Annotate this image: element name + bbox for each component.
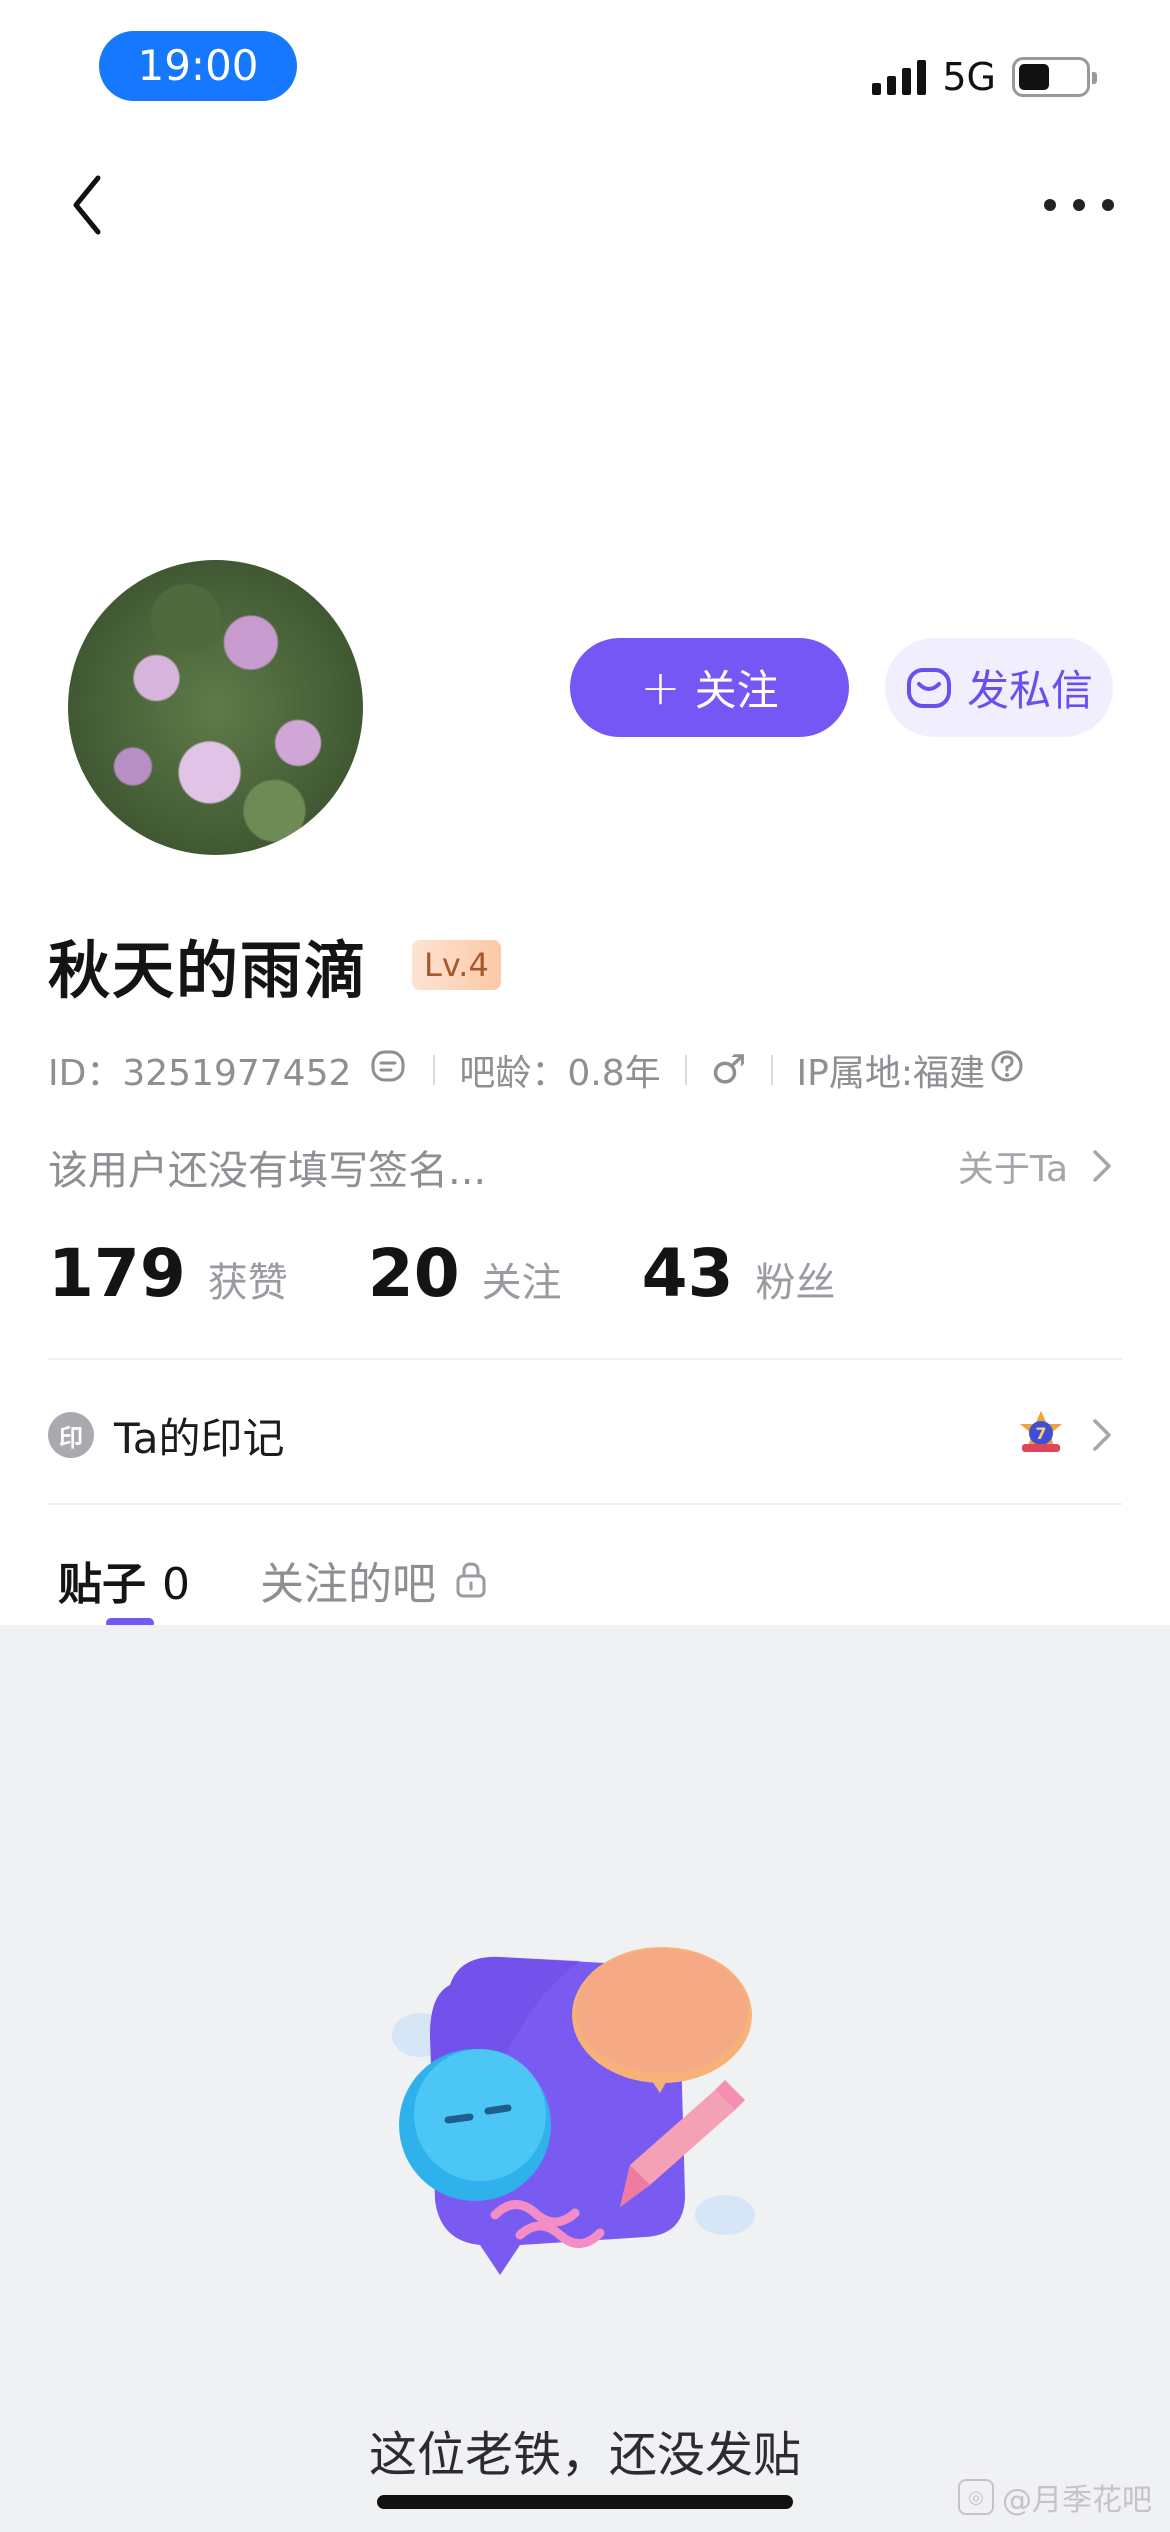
- chevron-left-icon: [73, 175, 101, 235]
- posts-content-area: 这位老铁，还没发贴 ◎ @月季花吧: [0, 1625, 1170, 2532]
- profile-tabs: 贴子 0 关注的吧: [58, 1540, 488, 1628]
- stat-label: 关注: [481, 1260, 562, 1306]
- status-time: 19:00: [99, 31, 297, 101]
- dot-icon: [1044, 199, 1056, 211]
- status-indicators: 5G: [872, 52, 1097, 102]
- about-label: 关于Ta: [957, 1149, 1068, 1190]
- imprint-row[interactable]: 印 Ta的印记 7: [48, 1395, 1114, 1475]
- imprint-label: Ta的印记: [114, 1413, 285, 1463]
- help-icon[interactable]: [989, 1048, 1025, 1093]
- tab-followed-bars[interactable]: 关注的吧: [260, 1548, 488, 1612]
- stat-value: 179: [48, 1235, 186, 1312]
- send-message-button[interactable]: 发私信: [885, 638, 1113, 737]
- weibo-icon: ◎: [958, 2479, 994, 2515]
- medal-badge-icon: 7: [1020, 1411, 1062, 1452]
- stat-value: 43: [641, 1235, 734, 1312]
- dot-icon: [1073, 199, 1085, 211]
- separator: [684, 1055, 687, 1085]
- separator: [770, 1055, 773, 1085]
- stat-label: 粉丝: [755, 1260, 836, 1306]
- stat-followers[interactable]: 43 粉丝: [642, 1235, 836, 1312]
- network-type: 5G: [942, 55, 996, 99]
- message-icon: [906, 667, 951, 708]
- male-icon: ♂: [710, 1047, 747, 1093]
- level-badge: Lv.4: [412, 940, 501, 990]
- divider: [48, 1358, 1122, 1360]
- user-info-line: ID：3251977452 吧龄：0.8年 ♂ IP属地:福建: [48, 1045, 1025, 1095]
- back-button[interactable]: [62, 170, 122, 240]
- follow-label: 关注: [694, 666, 779, 715]
- lock-icon: [456, 1562, 486, 1598]
- dot-icon: [1102, 199, 1114, 211]
- stat-following[interactable]: 20 关注: [368, 1235, 562, 1312]
- stat-likes[interactable]: 179 获赞: [48, 1235, 288, 1312]
- tab-posts-label: 贴子: [58, 1559, 146, 1610]
- home-indicator[interactable]: [377, 2495, 793, 2509]
- medal-number: 7: [1035, 1424, 1046, 1443]
- tab-posts-count: 0: [162, 1559, 190, 1610]
- signal-icon: [872, 59, 927, 95]
- stat-value: 20: [367, 1235, 460, 1312]
- bar-age: 吧龄：0.8年: [459, 1053, 661, 1094]
- stat-label: 获赞: [207, 1260, 288, 1306]
- tab-posts[interactable]: 贴子 0: [58, 1548, 190, 1628]
- follow-button[interactable]: + 关注: [570, 638, 849, 737]
- stats-row: 179 获赞 20 关注 43 粉丝: [48, 1235, 916, 1315]
- profile-page: 19:00 5G + 关注 发私信 秋天的雨滴 Lv.4 ID：32519774…: [0, 0, 1170, 2532]
- empty-posts-illustration: [392, 1947, 755, 2275]
- more-options-button[interactable]: [1044, 190, 1114, 220]
- chevron-right-icon: [1093, 1150, 1111, 1182]
- copy-icon[interactable]: [369, 1046, 409, 1095]
- send-message-label: 发私信: [966, 666, 1093, 715]
- watermark-text: @月季花吧: [1002, 2483, 1152, 2518]
- divider: [48, 1503, 1122, 1505]
- battery-icon: [1012, 57, 1097, 97]
- ip-location: IP属地:福建: [796, 1053, 985, 1094]
- imprint-icon: 印: [48, 1412, 94, 1458]
- user-id: ID：3251977452: [48, 1053, 352, 1094]
- avatar[interactable]: [68, 560, 363, 855]
- separator: [433, 1055, 436, 1085]
- watermark: ◎ @月季花吧: [958, 2475, 1152, 2519]
- tab-followed-bars-label: 关注的吧: [260, 1559, 436, 1610]
- plus-icon: +: [640, 659, 681, 716]
- user-name: 秋天的雨滴: [48, 934, 369, 1007]
- about-ta-link[interactable]: 关于Ta: [958, 1140, 1114, 1192]
- signature: 该用户还没有填写签名...: [48, 1148, 487, 1194]
- chevron-right-icon: [1093, 1419, 1111, 1451]
